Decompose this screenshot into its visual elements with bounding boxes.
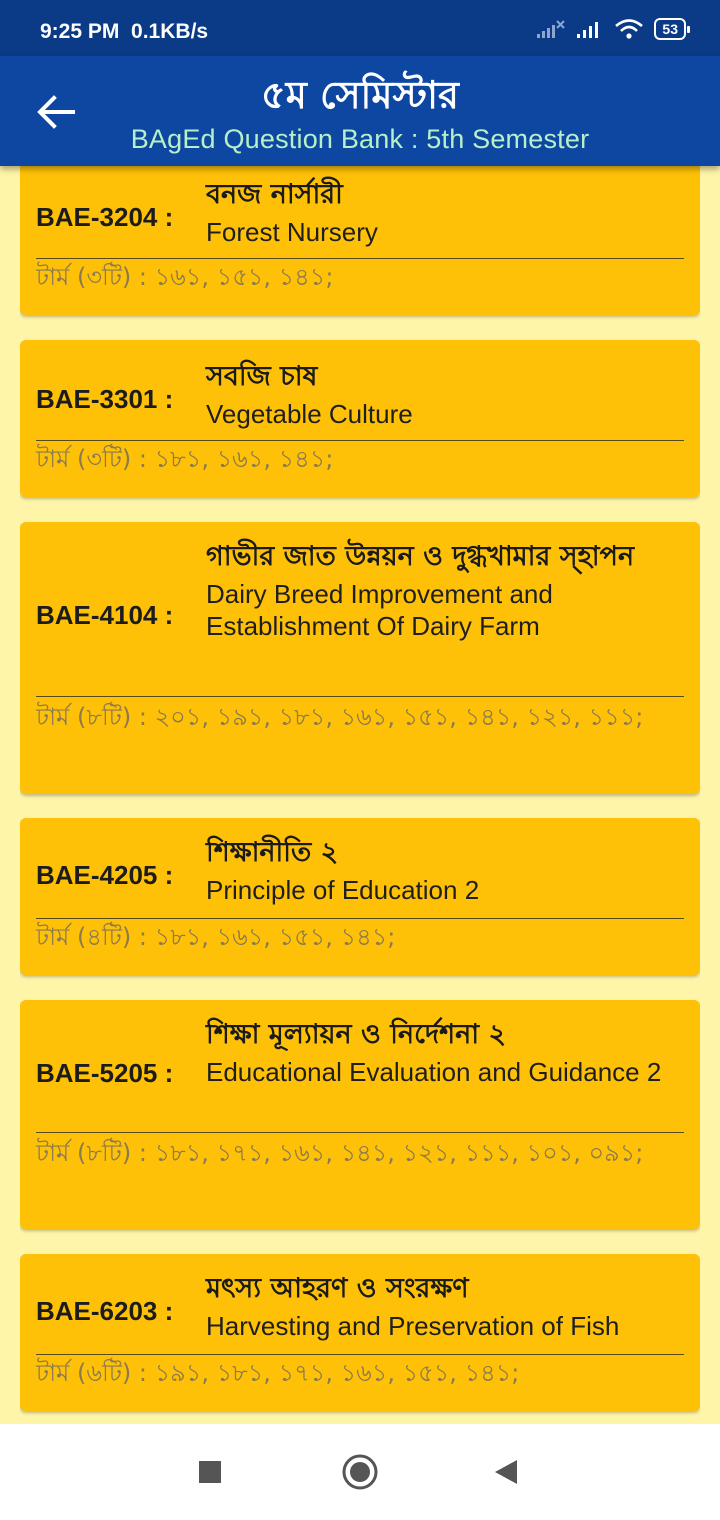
course-terms: টার্ম (৬টি) : ১৯১, ১৮১, ১৭১, ১৬১, ১৫১, ১… [36, 1359, 520, 1387]
divider [36, 918, 684, 919]
course-titles: বনজ নার্সারী Forest Nursery [206, 174, 684, 248]
course-terms: টার্ম (৩টি) : ১৮১, ১৬১, ১৪১; [36, 445, 334, 473]
course-titles: মৎস্য আহরণ ও সংরক্ষণ Harvesting and Pres… [206, 1268, 684, 1342]
course-title-en: Forest Nursery [206, 217, 378, 247]
divider [36, 440, 684, 441]
course-terms: টার্ম (৮টি) : ১৮১, ১৭১, ১৬১, ১৪১, ১২১, ১… [36, 1139, 644, 1167]
app-bar: ৫ম সেমিস্টার BAgEd Question Bank : 5th S… [0, 56, 720, 166]
course-title-en: Harvesting and Preservation of Fish [206, 1311, 620, 1341]
course-terms: টার্ম (৪টি) : ১৮১, ১৬১, ১৫১, ১৪১; [36, 923, 396, 951]
divider [36, 1132, 684, 1133]
course-terms: টার্ম (৮টি) : ২০১, ১৯১, ১৮১, ১৬১, ১৫১, ১… [36, 703, 644, 731]
course-titles: সবজি চাষ Vegetable Culture [206, 356, 684, 430]
course-code: BAE-3301 : [36, 384, 174, 414]
divider [36, 258, 684, 259]
course-code: BAE-5205 : [36, 1058, 174, 1088]
course-code: BAE-4104 : [36, 600, 174, 630]
course-title-en: Vegetable Culture [206, 399, 413, 429]
course-list[interactable]: BAE-3204 : বনজ নার্সারী Forest Nursery ট… [20, 0, 700, 1424]
course-title-bn: গাভীর জাত উন্নয়ন ও দুগ্ধখামার স্হাপন [206, 541, 635, 572]
divider [36, 696, 684, 697]
course-code: BAE-6203 : [36, 1296, 174, 1326]
course-title-bn: শিক্ষা মূল্যায়ন ও নির্দেশনা ২ [206, 1019, 507, 1050]
course-code: BAE-4205 : [36, 860, 174, 890]
course-terms: টার্ম (৩টি) : ১৬১, ১৫১, ১৪১; [36, 263, 334, 291]
recents-button[interactable] [186, 1448, 234, 1496]
course-card[interactable]: BAE-3204 : বনজ নার্সারী Forest Nursery ট… [20, 150, 700, 315]
course-code: BAE-3204 : [36, 202, 174, 232]
course-title-bn: শিক্ষানীতি ২ [206, 837, 339, 868]
course-title-en: Principle of Education 2 [206, 875, 480, 905]
course-titles: শিক্ষানীতি ২ Principle of Education 2 [206, 832, 684, 906]
course-titles: গাভীর জাত উন্নয়ন ও দুগ্ধখামার স্হাপন Da… [206, 536, 684, 642]
nav-back-button[interactable] [482, 1448, 530, 1496]
course-card[interactable]: BAE-4205 : শিক্ষানীতি ২ Principle of Edu… [20, 818, 700, 975]
course-title-bn: সবজি চাষ [206, 361, 318, 392]
triangle-back-icon [495, 1460, 517, 1484]
divider [36, 1354, 684, 1355]
course-titles: শিক্ষা মূল্যায়ন ও নির্দেশনা ২ Education… [206, 1014, 684, 1088]
course-title-bn: মৎস্য আহরণ ও সংরক্ষণ [206, 1273, 469, 1304]
system-nav-bar [0, 1424, 720, 1520]
course-title-en: Educational Evaluation and Guidance 2 [206, 1057, 662, 1087]
page-subtitle: BAgEd Question Bank : 5th Semester [130, 124, 590, 154]
square-recents-icon [199, 1461, 221, 1483]
course-card[interactable]: BAE-6203 : মৎস্য আহরণ ও সংরক্ষণ Harvesti… [20, 1254, 700, 1411]
circle-home-icon [342, 1454, 378, 1490]
course-card[interactable]: BAE-5205 : শিক্ষা মূল্যায়ন ও নির্দেশনা … [20, 1000, 700, 1229]
course-card[interactable]: BAE-4104 : গাভীর জাত উন্নয়ন ও দুগ্ধখামা… [20, 522, 700, 794]
page-title: ৫ম সেমিস্টার [261, 73, 459, 117]
course-card[interactable]: BAE-3301 : সবজি চাষ Vegetable Culture টা… [20, 340, 700, 497]
course-title-en: Dairy Breed Improvement and Establishmen… [206, 579, 553, 641]
course-title-bn: বনজ নার্সারী [206, 179, 343, 210]
home-button[interactable] [336, 1448, 384, 1496]
